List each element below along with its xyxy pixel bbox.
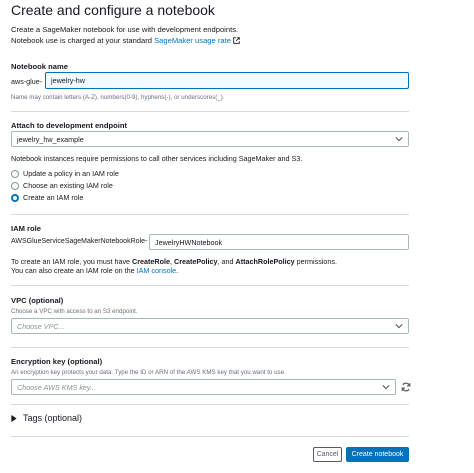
- notebook-name-hint: Name may contain letters (A-Z), numbers(…: [11, 94, 225, 101]
- divider: [11, 214, 409, 215]
- separator-text: , and: [217, 257, 236, 266]
- caret-right-icon: [11, 414, 17, 422]
- vpc-label: VPC (optional): [11, 296, 64, 305]
- page-title: Create and configure a notebook: [11, 2, 215, 18]
- info-text: .: [176, 266, 179, 275]
- radio-update-policy[interactable]: Update a policy in an IAM role: [11, 169, 119, 178]
- create-policy-permission: CreatePolicy: [174, 257, 218, 266]
- endpoint-label: Attach to development endpoint: [11, 121, 128, 130]
- divider: [11, 285, 409, 286]
- iam-role-prefix: AWSGlueServiceSageMakerNotebookRole-: [11, 238, 148, 245]
- chevron-down-icon: [382, 385, 390, 390]
- notebook-name-label: Notebook name: [11, 62, 68, 71]
- radio-choose-existing-role[interactable]: Choose an existing IAM role: [11, 181, 113, 190]
- endpoint-select[interactable]: jewelry_hw_example: [11, 131, 409, 147]
- intro-line-2: Notebook use is charged at your standard…: [11, 36, 311, 47]
- encryption-key-hint: An encryption key protects your data. Ty…: [11, 369, 286, 376]
- intro-text: Create a SageMaker notebook for use with…: [11, 25, 311, 46]
- encryption-key-select[interactable]: Choose AWS KMS key...: [11, 379, 396, 395]
- divider: [11, 404, 409, 405]
- notebook-name-prefix: aws-glue-: [11, 77, 43, 86]
- create-role-permission: CreateRole: [132, 257, 170, 266]
- divider: [11, 347, 409, 348]
- sagemaker-pricing-link[interactable]: SageMaker usage rate: [154, 36, 231, 45]
- endpoint-select-value: jewelry_hw_example: [17, 134, 84, 144]
- create-notebook-button[interactable]: Create notebook: [346, 447, 409, 462]
- radio-create-iam-role[interactable]: Create an IAM role: [11, 193, 83, 202]
- divider: [11, 111, 409, 112]
- refresh-icon[interactable]: [401, 382, 411, 392]
- info-text: permissions.: [294, 257, 337, 266]
- iam-console-info: You can also create an IAM role on the I…: [11, 266, 178, 275]
- iam-console-link[interactable]: IAM console: [137, 266, 177, 275]
- vpc-select-placeholder: Choose VPC...: [17, 321, 65, 331]
- notebook-name-input[interactable]: jewelry-hw: [45, 72, 409, 89]
- iam-role-permissions-info: To create an IAM role, you must have Cre…: [11, 257, 337, 266]
- vpc-hint: Choose a VPC with access to an S3 endpoi…: [11, 308, 138, 315]
- iam-role-name-input[interactable]: JewelryHWNotebook: [149, 234, 409, 250]
- radio-button-selected[interactable]: [11, 193, 19, 202]
- cancel-button[interactable]: Cancel: [313, 447, 342, 462]
- permissions-text: Notebook instances require permissions t…: [11, 154, 303, 163]
- radio-label: Create an IAM role: [23, 193, 84, 202]
- vpc-select[interactable]: Choose VPC...: [11, 318, 409, 334]
- intro-line-2-prefix: Notebook use is charged at your standard: [11, 35, 155, 45]
- external-link-icon[interactable]: [233, 36, 240, 44]
- intro-line-1: Create a SageMaker notebook for use with…: [11, 25, 239, 34]
- iam-role-label: IAM role: [11, 224, 41, 233]
- info-text: You can also create an IAM role on the: [11, 266, 137, 275]
- radio-label: Choose an existing IAM role: [23, 181, 113, 190]
- chevron-down-icon: [395, 137, 403, 142]
- encryption-key-label: Encryption key (optional): [11, 357, 103, 366]
- tags-expander[interactable]: Tags (optional): [11, 413, 82, 423]
- attach-role-policy-permission: AttachRolePolicy: [235, 257, 295, 266]
- tags-label: Tags (optional): [23, 413, 83, 423]
- encryption-key-placeholder: Choose AWS KMS key...: [17, 382, 96, 392]
- radio-label: Update a policy in an IAM role: [23, 169, 119, 178]
- info-text: To create an IAM role, you must have: [11, 257, 133, 266]
- radio-button[interactable]: [11, 181, 19, 190]
- chevron-down-icon: [395, 324, 403, 329]
- radio-button[interactable]: [11, 169, 19, 178]
- divider: [11, 436, 409, 437]
